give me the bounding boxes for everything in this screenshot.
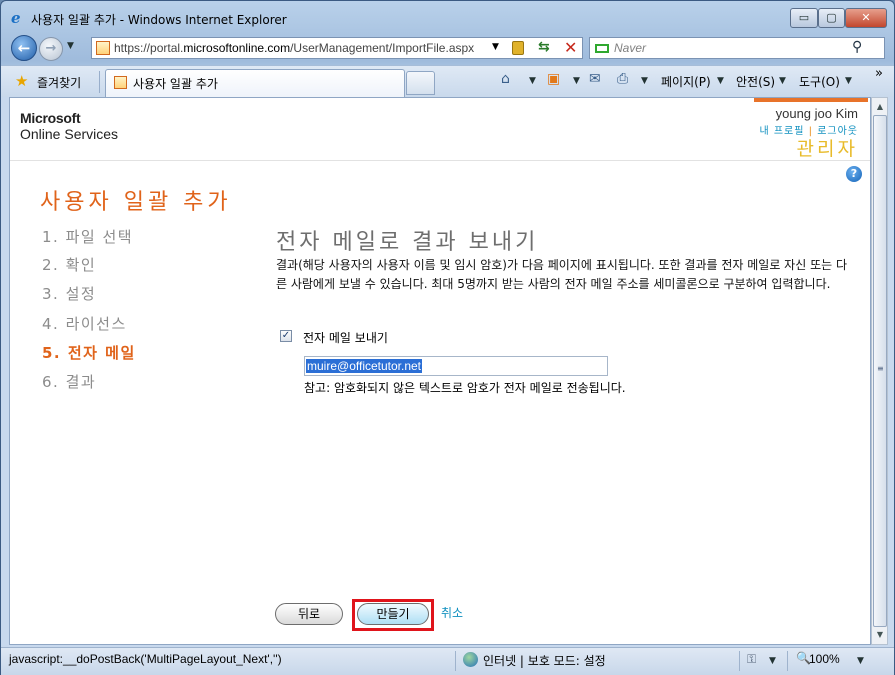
- lock-icon[interactable]: [512, 41, 524, 55]
- vertical-scrollbar[interactable]: ▲ ≡ ▼: [871, 97, 888, 645]
- page-menu[interactable]: 페이지(P): [661, 73, 711, 90]
- tab-label: 사용자 일괄 추가: [133, 77, 218, 91]
- more-tools-chevron-icon[interactable]: »: [875, 66, 883, 81]
- internet-zone-globe-icon: [463, 652, 478, 667]
- send-email-checkbox[interactable]: ✓: [280, 330, 292, 342]
- address-dropdown-icon[interactable]: ▼: [492, 42, 499, 52]
- help-icon[interactable]: ?: [846, 166, 862, 182]
- navigation-bar: ← → ▼ https://portal.microsoftonline.com…: [1, 33, 894, 63]
- divider: [455, 651, 456, 671]
- security-zone-text[interactable]: 인터넷 | 보호 모드: 설정: [483, 652, 606, 669]
- close-button[interactable]: ✕: [845, 8, 887, 28]
- step-file-select: 1. 파일 선택: [42, 228, 134, 246]
- stop-icon[interactable]: ✕: [564, 38, 577, 57]
- scroll-down-arrow-icon[interactable]: ▼: [873, 627, 887, 643]
- page-favicon-icon: [96, 41, 110, 55]
- search-field[interactable]: Naver ⚲: [589, 37, 885, 59]
- admin-role-label: 관리자: [796, 138, 858, 160]
- divider: [787, 651, 788, 671]
- scroll-thumb[interactable]: ≡: [873, 115, 887, 627]
- user-name: young joo Kim: [775, 106, 858, 121]
- send-email-checkbox-label[interactable]: 전자 메일 보내기: [303, 329, 388, 346]
- back-arrow-icon[interactable]: ←: [11, 35, 37, 61]
- favorites-star-icon[interactable]: ★: [15, 72, 28, 90]
- mail-icon[interactable]: ✉: [589, 71, 601, 87]
- forward-arrow-icon[interactable]: →: [39, 37, 63, 61]
- divider: [739, 651, 740, 671]
- zoom-dropdown-icon[interactable]: ▼: [857, 656, 864, 666]
- step-license: 4. 라이선스: [42, 315, 127, 333]
- security-note: 참고: 암호화되지 않은 텍스트로 암호가 전자 메일로 전송됩니다.: [304, 381, 626, 395]
- section-description: 결과(해당 사용자의 사용자 이름 및 임시 암호)가 다음 페이지에 표시됩니…: [276, 258, 848, 291]
- header-accent-bar: [754, 98, 868, 102]
- back-button[interactable]: 뒤로: [275, 603, 343, 625]
- favorites-button[interactable]: 즐겨찾기: [37, 74, 81, 91]
- home-icon[interactable]: ⌂: [501, 71, 510, 87]
- new-tab-button[interactable]: [406, 71, 435, 95]
- maximize-button[interactable]: ▢: [818, 8, 845, 28]
- browser-window: e 사용자 일괄 추가 - Windows Internet Explorer …: [0, 0, 895, 675]
- page-content: Microsoft Online Services young joo Kim …: [9, 97, 871, 645]
- tab-current[interactable]: 사용자 일괄 추가: [105, 69, 405, 98]
- step-confirm: 2. 확인: [42, 256, 97, 274]
- safety-menu[interactable]: 안전(S): [736, 73, 775, 90]
- page-menu-dropdown-icon[interactable]: ▼: [717, 76, 724, 86]
- tools-menu-dropdown-icon[interactable]: ▼: [845, 76, 852, 86]
- home-dropdown-icon[interactable]: ▼: [529, 76, 536, 86]
- cancel-link[interactable]: 취소: [441, 604, 463, 621]
- title-bar: e 사용자 일괄 추가 - Windows Internet Explorer …: [1, 1, 894, 35]
- microsoft-online-services-logo: Microsoft Online Services: [20, 110, 119, 142]
- step-result: 6. 결과: [42, 373, 97, 391]
- zoom-level[interactable]: 100%: [809, 652, 840, 666]
- refresh-icon[interactable]: ⇆: [538, 39, 550, 55]
- divider: [99, 71, 100, 93]
- favorites-tab-bar: ★ 즐겨찾기 사용자 일괄 추가 ⌂ ▼ ▣ ▼ ✉ ⎙ ▼ 페이지(P) ▼ …: [1, 65, 894, 98]
- minimize-button[interactable]: ▭: [790, 8, 818, 28]
- feeds-dropdown-icon[interactable]: ▼: [573, 76, 580, 86]
- protected-mode-dropdown-icon[interactable]: ▼: [769, 656, 776, 666]
- page-title: 사용자 일괄 추가: [40, 190, 232, 215]
- print-icon[interactable]: ⎙: [617, 71, 628, 87]
- recent-pages-dropdown-icon[interactable]: ▼: [67, 41, 74, 51]
- tools-menu[interactable]: 도구(O): [799, 73, 840, 90]
- scroll-grip-icon: ≡: [877, 364, 884, 373]
- print-dropdown-icon[interactable]: ▼: [641, 76, 648, 86]
- safety-menu-dropdown-icon[interactable]: ▼: [779, 76, 786, 86]
- tab-favicon-icon: [114, 76, 127, 89]
- protected-mode-icon[interactable]: ⚿: [747, 652, 756, 667]
- search-icon[interactable]: ⚲: [852, 39, 862, 55]
- email-input-value[interactable]: muire@officetutor.net: [306, 359, 423, 373]
- status-bar: javascript:__doPostBack('MultiPageLayout…: [1, 647, 894, 675]
- create-button[interactable]: 만들기: [357, 603, 429, 625]
- search-placeholder[interactable]: Naver: [614, 41, 646, 55]
- address-field[interactable]: https://portal.microsoftonline.com/UserM…: [91, 37, 583, 59]
- window-title: 사용자 일괄 추가 - Windows Internet Explorer: [31, 13, 287, 27]
- feeds-icon[interactable]: ▣: [547, 71, 560, 87]
- step-settings: 3. 설정: [42, 285, 97, 303]
- header-divider: [10, 160, 870, 161]
- status-text: javascript:__doPostBack('MultiPageLayout…: [9, 652, 282, 666]
- step-email: 5. 전자 메일: [42, 344, 136, 362]
- address-url[interactable]: https://portal.microsoftonline.com/UserM…: [114, 41, 474, 55]
- section-title: 전자 메일로 결과 보내기: [276, 230, 539, 255]
- search-provider-icon: [595, 44, 609, 53]
- ie-logo-icon: e: [11, 9, 21, 27]
- scroll-up-arrow-icon[interactable]: ▲: [873, 99, 887, 115]
- email-recipients-input[interactable]: muire@officetutor.net: [304, 356, 608, 376]
